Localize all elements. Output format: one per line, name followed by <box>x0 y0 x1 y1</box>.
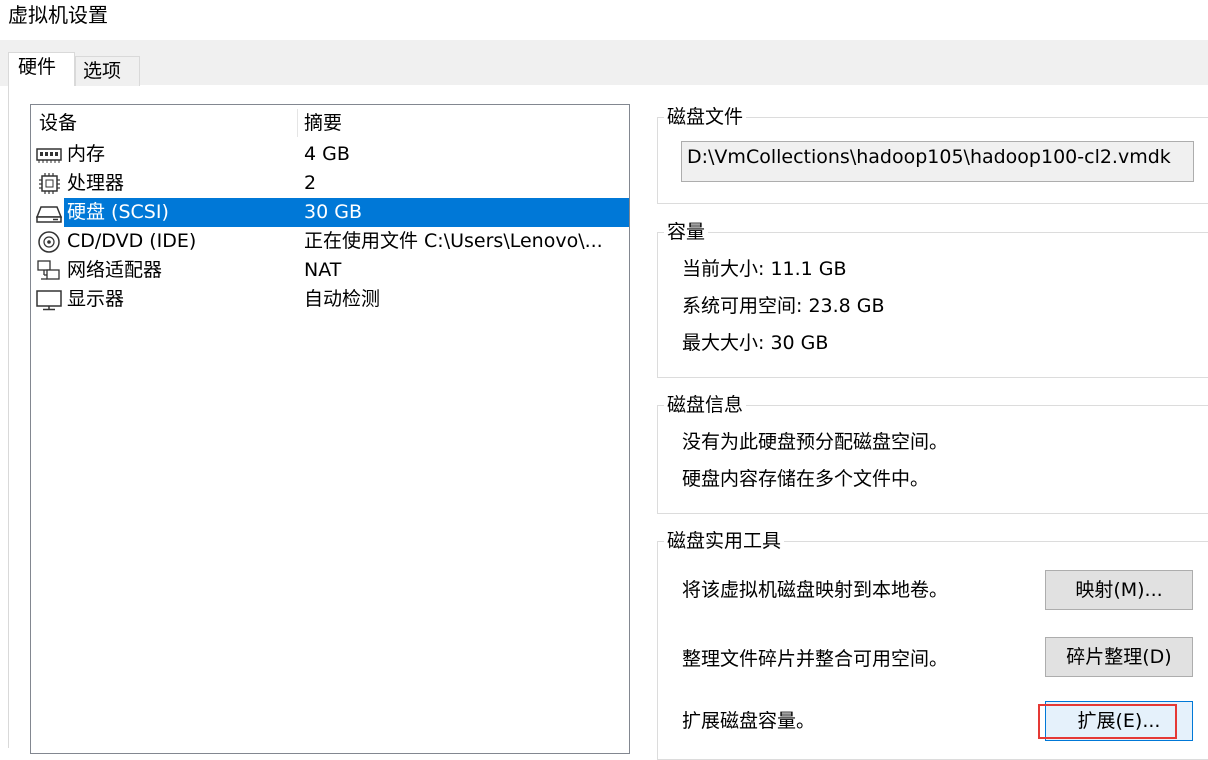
device-summary: 4 GB <box>304 143 350 165</box>
device-name: 硬盘 (SCSI) <box>67 201 169 223</box>
device-name: 处理器 <box>67 172 125 194</box>
device-name: 内存 <box>67 143 106 165</box>
window-title: 虚拟机设置 <box>8 3 108 27</box>
map-description: 将该虚拟机磁盘映射到本地卷。 <box>682 579 949 601</box>
max-size-text: 最大大小: 30 GB <box>682 332 829 354</box>
column-header-summary[interactable]: 摘要 <box>304 105 342 141</box>
capacity-legend: 容量 <box>667 221 706 243</box>
disk-file-path-field[interactable]: D:\VmCollections\hadoop105\hadoop100-cl2… <box>681 141 1194 182</box>
column-header-device[interactable]: 设备 <box>39 105 77 141</box>
device-summary: 2 <box>304 172 317 194</box>
device-name: CD/DVD (IDE) <box>67 230 197 252</box>
memory-icon <box>35 143 63 167</box>
disk-info-line-1: 没有为此硬盘预分配磁盘空间。 <box>682 431 949 453</box>
disk-utilities-legend: 磁盘实用工具 <box>667 530 782 552</box>
device-list[interactable]: 设备 摘要 内存 4 GB 处理器 2 硬盘 (SCSI) 30 GB CD/D… <box>30 104 630 754</box>
tab-strip <box>0 40 1208 86</box>
defrag-description: 整理文件碎片并整合可用空间。 <box>682 648 949 670</box>
window-titlebar: 虚拟机设置 <box>0 0 1208 40</box>
tab-options[interactable]: 选项 <box>75 56 140 86</box>
network-adapter-icon <box>35 259 63 283</box>
expand-button-highlight-box <box>1038 704 1177 739</box>
device-name: 显示器 <box>67 288 125 310</box>
device-row-network-adapter[interactable]: 网络适配器 NAT <box>31 256 629 285</box>
disk-info-line-2: 硬盘内容存储在多个文件中。 <box>682 468 930 490</box>
map-button[interactable]: 映射(M)... <box>1045 570 1193 610</box>
cd-dvd-icon <box>35 230 63 254</box>
device-row-processor[interactable]: 处理器 2 <box>31 169 629 198</box>
device-summary: 30 GB <box>304 201 362 223</box>
system-free-space-text: 系统可用空间: 23.8 GB <box>682 295 885 317</box>
defrag-button[interactable]: 碎片整理(D) <box>1045 637 1193 677</box>
current-size-text: 当前大小: 11.1 GB <box>682 258 847 280</box>
device-summary: 正在使用文件 C:\Users\Lenovo\... <box>304 230 603 252</box>
display-icon <box>35 288 63 312</box>
device-summary: 自动检测 <box>304 288 381 310</box>
device-row-hard-disk[interactable]: 硬盘 (SCSI) 30 GB <box>31 198 629 227</box>
hard-disk-icon <box>35 201 63 225</box>
device-name: 网络适配器 <box>67 259 163 281</box>
expand-description: 扩展磁盘容量。 <box>682 710 816 732</box>
disk-file-legend: 磁盘文件 <box>667 106 744 128</box>
tab-hardware[interactable]: 硬件 <box>8 52 75 86</box>
processor-icon <box>35 172 63 196</box>
device-row-memory[interactable]: 内存 4 GB <box>31 140 629 169</box>
device-row-cd-dvd[interactable]: CD/DVD (IDE) 正在使用文件 C:\Users\Lenovo\... <box>31 227 629 256</box>
device-summary: NAT <box>304 259 342 281</box>
column-separator[interactable] <box>297 109 298 137</box>
device-row-display[interactable]: 显示器 自动检测 <box>31 285 629 314</box>
disk-info-legend: 磁盘信息 <box>667 394 744 416</box>
